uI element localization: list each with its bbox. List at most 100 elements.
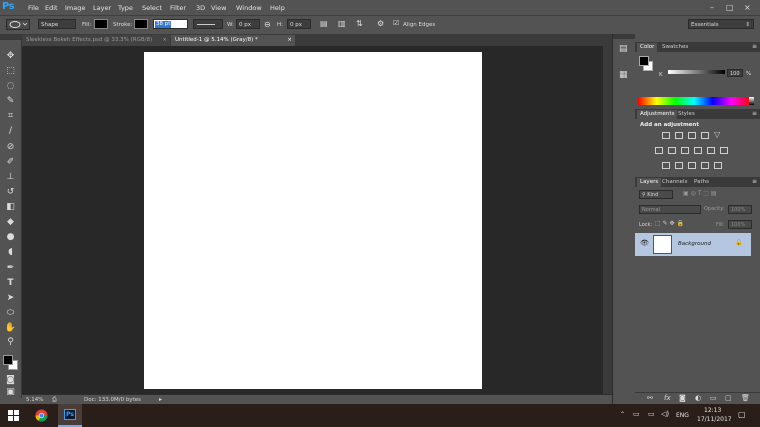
properties-panel-icon[interactable]: ▦ (619, 70, 628, 80)
stroke-swatch[interactable] (134, 19, 148, 29)
gradient-map-icon[interactable] (714, 162, 722, 169)
curves-icon[interactable] (688, 132, 696, 139)
pen-tool-icon[interactable]: ✒ (4, 262, 17, 274)
status-menu-arrow-icon[interactable]: ▸ (159, 396, 162, 403)
menu-3d[interactable]: 3D (196, 4, 205, 12)
zoom-level[interactable]: 5.14% (26, 397, 43, 403)
layer-filter-kind-select[interactable]: ⚲ Kind (639, 190, 673, 199)
color-foreground-swatch[interactable] (639, 56, 649, 66)
align-edges-checkbox[interactable]: ☑ (393, 19, 399, 27)
menu-image[interactable]: Image (65, 4, 85, 12)
exposure-icon[interactable] (701, 132, 709, 139)
document-canvas[interactable] (144, 52, 482, 389)
quick-select-tool-icon[interactable]: ✎ (4, 95, 17, 107)
tab-styles[interactable]: Styles (675, 110, 698, 119)
marquee-tool-icon[interactable]: ⬚ (4, 65, 17, 77)
close-icon[interactable]: × (287, 35, 292, 46)
language-indicator[interactable]: ENG (676, 412, 689, 419)
link-layers-icon[interactable]: ⚯ (647, 394, 653, 402)
panel-menu-icon[interactable]: ≡ (752, 43, 757, 50)
type-tool-icon[interactable]: T (4, 277, 17, 289)
black-white-icon[interactable] (681, 147, 689, 154)
filter-icons[interactable]: ▣ ◎ T ⬚ ▤ (683, 190, 717, 197)
windows-start-icon[interactable] (8, 410, 19, 421)
maximize-button[interactable]: □ (726, 3, 734, 12)
brush-tool-icon[interactable]: ✐ (4, 156, 17, 168)
photo-filter-icon[interactable] (694, 147, 702, 154)
zoom-tool-icon[interactable]: ⚲ (4, 336, 17, 348)
quick-mask-icon[interactable]: ◙ (4, 374, 17, 386)
adjustment-layer-icon[interactable]: ◐ (695, 394, 701, 402)
path-arrangement-icon[interactable]: ⇅ (356, 19, 363, 28)
group-icon[interactable]: ▭ (710, 394, 717, 402)
threshold-icon[interactable] (688, 162, 696, 169)
foreground-color-swatch[interactable] (3, 355, 13, 365)
channel-mixer-icon[interactable] (707, 147, 715, 154)
menu-layer[interactable]: Layer (93, 4, 111, 12)
color-balance-icon[interactable] (668, 147, 676, 154)
volume-icon[interactable]: ◁) (661, 410, 669, 418)
path-selection-tool-icon[interactable]: ➤ (4, 292, 17, 304)
tab-paths[interactable]: Paths (691, 178, 712, 187)
tab-color[interactable]: Color (637, 43, 658, 52)
layer-name[interactable]: Background (678, 241, 711, 247)
color-spectrum-ramp[interactable] (638, 97, 750, 105)
menu-window[interactable]: Window (236, 4, 262, 12)
display-icon[interactable]: ▭ (648, 410, 655, 418)
color-lookup-icon[interactable] (720, 147, 728, 154)
eye-visibility-icon[interactable]: 👁 (640, 239, 649, 247)
history-brush-tool-icon[interactable]: ↺ (4, 186, 17, 198)
selective-color-icon[interactable] (701, 162, 709, 169)
minimize-button[interactable]: – (710, 3, 714, 12)
mask-icon[interactable]: ◙ (679, 394, 686, 402)
hand-tool-icon[interactable]: ✋ (4, 322, 17, 334)
gear-icon[interactable]: ⚙ (377, 19, 384, 28)
link-icon[interactable]: ⊖ (264, 20, 271, 29)
panel-menu-icon[interactable]: ≡ (752, 110, 757, 117)
new-layer-icon[interactable]: ▢ (725, 394, 732, 402)
move-tool-icon[interactable]: ✥ (4, 50, 17, 62)
width-field[interactable]: 0 px (236, 19, 260, 29)
paint-bucket-tool-icon[interactable]: ◆ (4, 216, 17, 228)
clock-time[interactable]: 12:13 (704, 407, 721, 414)
fill-field[interactable]: 100% (728, 220, 752, 229)
clone-stamp-tool-icon[interactable]: ⊥ (4, 171, 17, 183)
fill-swatch[interactable] (94, 19, 108, 29)
vertical-scrollbar[interactable] (603, 46, 612, 394)
panel-menu-icon[interactable]: ≡ (752, 178, 757, 185)
trash-icon[interactable]: 🗑 (741, 394, 750, 402)
notifications-icon[interactable]: ▢ (738, 410, 746, 419)
fx-icon[interactable]: fx (664, 394, 671, 402)
stroke-type-select[interactable] (193, 19, 223, 29)
lasso-tool-icon[interactable]: ◌ (4, 80, 17, 92)
opacity-field[interactable]: 100% (728, 205, 752, 214)
screen-mode-icon[interactable]: ▣ (4, 386, 17, 398)
menu-select[interactable]: Select (142, 4, 162, 12)
taskbar-photoshop-button[interactable]: Ps (58, 404, 82, 427)
black-white-ramp[interactable] (749, 97, 754, 105)
k-slider[interactable] (668, 70, 725, 74)
menu-file[interactable]: File (28, 4, 39, 12)
layer-row-background[interactable]: 👁 Background 🔒 (635, 233, 751, 256)
eyedropper-tool-icon[interactable]: ∕ (4, 125, 17, 137)
blend-mode-select[interactable]: Normal (639, 205, 701, 214)
tab-channels[interactable]: Channels (659, 178, 690, 187)
path-operations-icon[interactable]: ▤ (320, 19, 328, 28)
vibrance-icon[interactable]: ▽ (714, 130, 720, 139)
crop-tool-icon[interactable]: ⌗ (4, 110, 17, 122)
tab-swatches[interactable]: Swatches (659, 43, 691, 52)
hue-saturation-icon[interactable] (655, 147, 663, 154)
menu-type[interactable]: Type (118, 4, 133, 12)
workspace-select[interactable]: Essentials ⇕ (688, 19, 754, 29)
stroke-width-field[interactable]: 38 pt (153, 19, 188, 29)
history-panel-icon[interactable]: ▤ (619, 44, 628, 54)
menu-view[interactable]: View (211, 4, 226, 12)
network-icon[interactable]: ▭ (633, 410, 640, 418)
tab-adjustments[interactable]: Adjustments (637, 110, 678, 119)
shape-mode-select[interactable]: Shape (38, 19, 76, 29)
export-icon[interactable]: ⎙ (52, 396, 57, 404)
clock-date[interactable]: 17/11/2017 (697, 416, 732, 423)
tray-overflow-icon[interactable]: ⌃ (620, 411, 625, 418)
close-icon[interactable]: × (162, 35, 167, 46)
eraser-tool-icon[interactable]: ◧ (4, 201, 17, 213)
